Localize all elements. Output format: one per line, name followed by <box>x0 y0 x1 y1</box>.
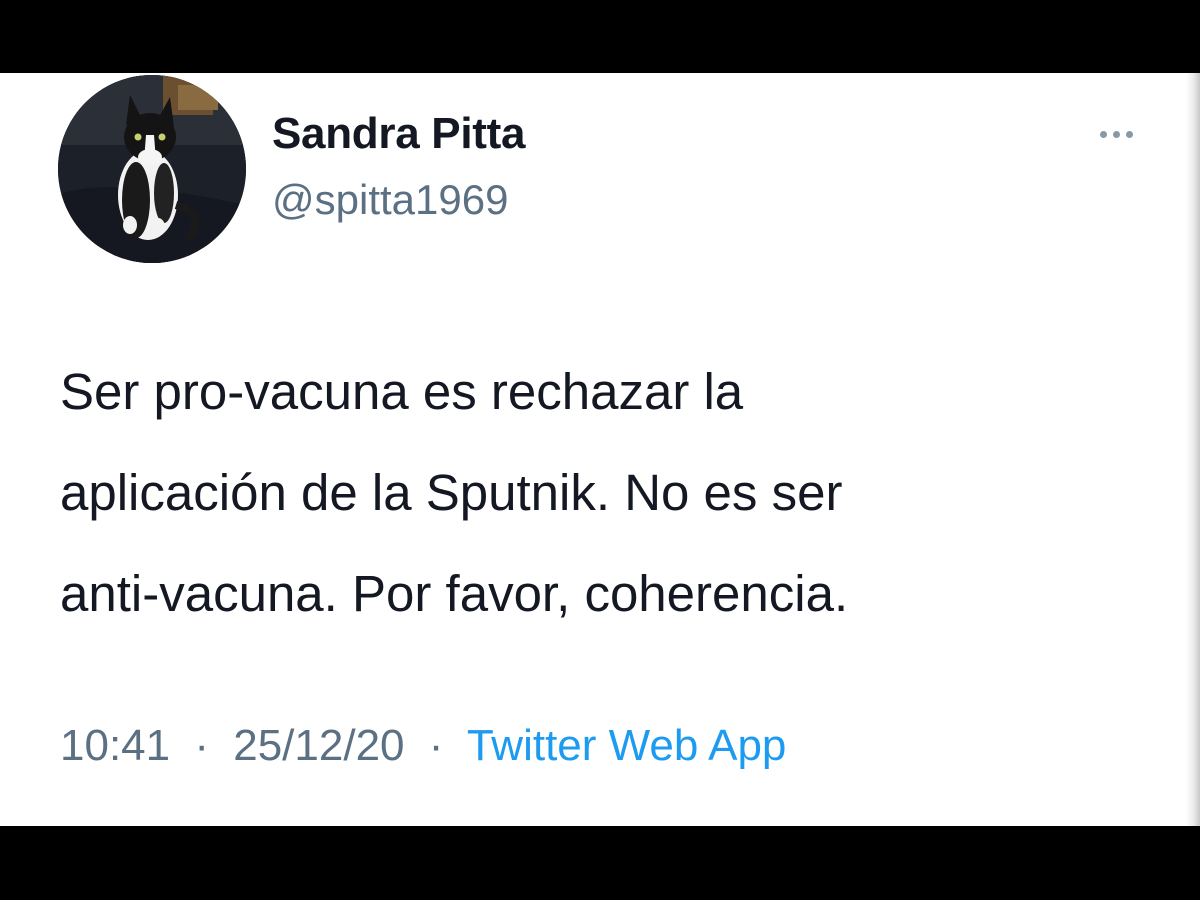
avatar[interactable] <box>58 75 246 263</box>
tweet-card: Sandra Pitta @spitta1969 Ser pro-vacuna … <box>0 73 1200 826</box>
tweet-time[interactable]: 10:41 <box>60 721 170 770</box>
more-options-icon <box>1100 131 1107 138</box>
cat-photo-avatar-icon <box>58 75 246 263</box>
tweet-text: Ser pro-vacuna es rechazar la aplicación… <box>60 341 1160 644</box>
tweet-metadata: 10:41 · 25/12/20 · Twitter Web App <box>60 721 786 771</box>
tweet-text-line: aplicación de la Sputnik. No es ser <box>60 464 843 521</box>
meta-separator: · <box>428 721 444 770</box>
screenshot-frame: Sandra Pitta @spitta1969 Ser pro-vacuna … <box>0 0 1200 900</box>
meta-separator: · <box>194 721 209 770</box>
display-name[interactable]: Sandra Pitta <box>272 109 525 159</box>
more-options-icon <box>1113 131 1120 138</box>
tweet-source-link[interactable]: Twitter Web App <box>467 721 787 770</box>
edge-shadow <box>1186 73 1200 826</box>
tweet-text-line: Ser pro-vacuna es rechazar la <box>60 363 744 420</box>
user-handle[interactable]: @spitta1969 <box>272 176 508 224</box>
more-options-button[interactable] <box>1094 121 1140 145</box>
more-options-icon <box>1126 131 1133 138</box>
tweet-date[interactable]: 25/12/20 <box>233 721 404 770</box>
tweet-text-line: anti-vacuna. Por favor, coherencia. <box>60 565 849 622</box>
